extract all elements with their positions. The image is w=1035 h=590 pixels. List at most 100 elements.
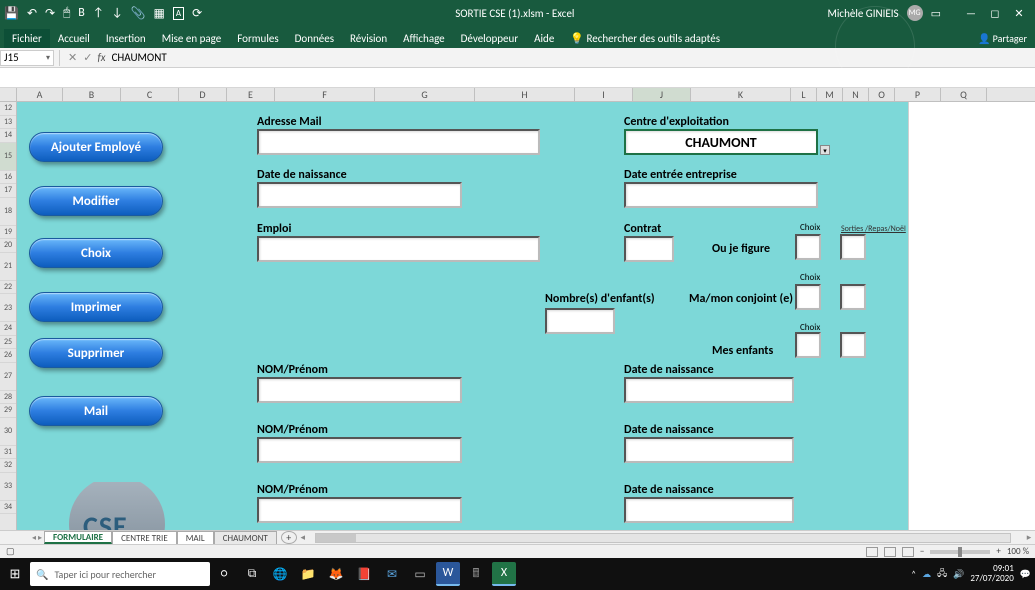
volume-icon[interactable]: 🔊 xyxy=(953,569,964,580)
tray-up-icon[interactable]: ˄ xyxy=(911,569,916,580)
row-32[interactable]: 32 xyxy=(0,459,16,473)
tab-aide[interactable]: Aide xyxy=(526,29,562,48)
edge-icon[interactable]: 🌐 xyxy=(268,562,292,586)
row-28[interactable]: 28 xyxy=(0,391,16,405)
col-q[interactable]: Q xyxy=(941,88,987,101)
nom-prenom-input-3[interactable] xyxy=(257,497,462,523)
bold-icon[interactable]: B xyxy=(78,6,85,20)
tab-developpeur[interactable]: Développeur xyxy=(453,29,527,48)
col-e[interactable]: E xyxy=(227,88,275,101)
sorties-figure-box-1[interactable] xyxy=(840,234,866,260)
prev-icon[interactable]: ↑ xyxy=(93,6,104,20)
date-naissance-input-2[interactable] xyxy=(624,437,794,463)
row-19[interactable]: 19 xyxy=(0,226,16,240)
share-button[interactable]: 👤 Partager xyxy=(978,32,1027,45)
page-layout-view-icon[interactable] xyxy=(884,547,896,557)
maximize-button[interactable]: ◻ xyxy=(983,7,1007,20)
network-icon[interactable]: 🖧 xyxy=(937,566,947,582)
row-18[interactable]: 18 xyxy=(0,198,16,226)
row-26[interactable]: 26 xyxy=(0,349,16,363)
row-20[interactable]: 20 xyxy=(0,239,16,253)
sheet-tab-chaumont[interactable]: CHAUMONT xyxy=(214,531,277,544)
horizontal-scrollbar[interactable] xyxy=(315,533,1011,543)
store-icon[interactable]: ▭ xyxy=(408,562,432,586)
name-box[interactable]: J15▾ xyxy=(0,50,54,66)
dob-input[interactable] xyxy=(257,182,462,208)
word-icon[interactable]: W xyxy=(436,562,460,586)
contrat-input[interactable] xyxy=(624,236,674,262)
task-view-icon[interactable]: ⧉ xyxy=(240,562,264,586)
close-button[interactable]: ✕ xyxy=(1007,7,1031,20)
form-icon[interactable]: ▦ xyxy=(154,6,165,21)
nombres-enfants-input[interactable] xyxy=(545,308,615,334)
date-entree-input[interactable] xyxy=(624,182,818,208)
date-naissance-input-1[interactable] xyxy=(624,377,794,403)
row-25[interactable]: 25 xyxy=(0,336,16,350)
tell-me[interactable]: 💡 Rechercher des outils adaptés xyxy=(562,29,728,48)
row-22[interactable]: 22 xyxy=(0,281,16,295)
col-k[interactable]: K xyxy=(691,88,791,101)
box-a-icon[interactable]: A xyxy=(173,7,184,20)
choix-enfants-box[interactable] xyxy=(795,332,821,358)
row-24[interactable]: 24 xyxy=(0,322,16,336)
cancel-formula-icon[interactable]: ✕ xyxy=(65,51,80,64)
modify-button[interactable]: Modifier xyxy=(29,186,163,216)
enter-formula-icon[interactable]: ✓ xyxy=(80,51,95,64)
formula-input[interactable] xyxy=(112,48,1035,67)
col-o[interactable]: O xyxy=(869,88,895,101)
firefox-icon[interactable]: 🦊 xyxy=(324,562,348,586)
avatar[interactable]: MG xyxy=(907,5,923,21)
tab-formules[interactable]: Formules xyxy=(229,29,286,48)
tab-fichier[interactable]: Fichier xyxy=(4,29,50,48)
sheet-tab-centre-trie[interactable]: CENTRE TRIE xyxy=(112,531,177,544)
mouse-icon[interactable]: 🖱 xyxy=(63,6,70,20)
sheet-nav[interactable]: ◂▸ xyxy=(0,533,44,543)
sheet-tab-formulaire[interactable]: FORMULAIRE xyxy=(44,531,112,544)
sheet-body[interactable]: Ajouter Employé Modifier Choix Imprimer … xyxy=(17,102,1035,530)
row-30[interactable]: 30 xyxy=(0,418,16,446)
explorer-icon[interactable]: 📁 xyxy=(296,562,320,586)
emploi-input[interactable] xyxy=(257,236,540,262)
row-13[interactable]: 13 xyxy=(0,116,16,130)
zoom-in-button[interactable]: + xyxy=(996,546,1000,557)
pdf-icon[interactable]: 📕 xyxy=(352,562,376,586)
choix-button[interactable]: Choix xyxy=(29,238,163,268)
start-button[interactable]: ⊞ xyxy=(0,567,30,582)
col-l[interactable]: L xyxy=(791,88,817,101)
adresse-mail-input[interactable] xyxy=(257,129,540,155)
sorties-enfants-box[interactable] xyxy=(840,332,866,358)
col-p[interactable]: P xyxy=(895,88,941,101)
mail-button[interactable]: Mail xyxy=(29,396,163,426)
attach-icon[interactable]: 📎 xyxy=(131,6,146,21)
choix-figure-box-1[interactable] xyxy=(795,234,821,260)
row-17[interactable]: 17 xyxy=(0,184,16,198)
row-14[interactable]: 14 xyxy=(0,129,16,143)
clock[interactable]: 09:01 27/07/2020 xyxy=(970,564,1013,584)
tab-mise-en-page[interactable]: Mise en page xyxy=(154,29,230,48)
tab-revision[interactable]: Révision xyxy=(342,29,395,48)
row-15[interactable]: 15 xyxy=(0,143,16,171)
next-icon[interactable]: ↓ xyxy=(112,6,123,20)
normal-view-icon[interactable] xyxy=(866,547,878,557)
hscroll-left[interactable]: ◂ xyxy=(297,532,309,543)
hscroll-right[interactable]: ▸ xyxy=(1023,532,1035,543)
row-33[interactable]: 33 xyxy=(0,473,16,501)
col-f[interactable]: F xyxy=(275,88,375,101)
add-employee-button[interactable]: Ajouter Employé xyxy=(29,132,163,162)
col-m[interactable]: M xyxy=(817,88,843,101)
centre-dropdown-icon[interactable]: ▾ xyxy=(820,145,830,155)
tab-insertion[interactable]: Insertion xyxy=(98,29,154,48)
nom-prenom-input-2[interactable] xyxy=(257,437,462,463)
fx-icon[interactable]: fx xyxy=(97,51,105,64)
row-34[interactable]: 34 xyxy=(0,501,16,515)
onedrive-icon[interactable]: ☁ xyxy=(922,569,931,580)
options-icon[interactable]: ▭ xyxy=(931,7,941,20)
row-27[interactable]: 27 xyxy=(0,363,16,391)
sheet-tab-mail[interactable]: MAIL xyxy=(177,531,214,544)
calc-icon[interactable]: 🖩 xyxy=(464,562,488,586)
row-16[interactable]: 16 xyxy=(0,171,16,185)
tab-affichage[interactable]: Affichage xyxy=(395,29,453,48)
col-g[interactable]: G xyxy=(375,88,475,101)
redo-icon[interactable]: ↷ xyxy=(45,6,55,21)
row-21[interactable]: 21 xyxy=(0,253,16,281)
